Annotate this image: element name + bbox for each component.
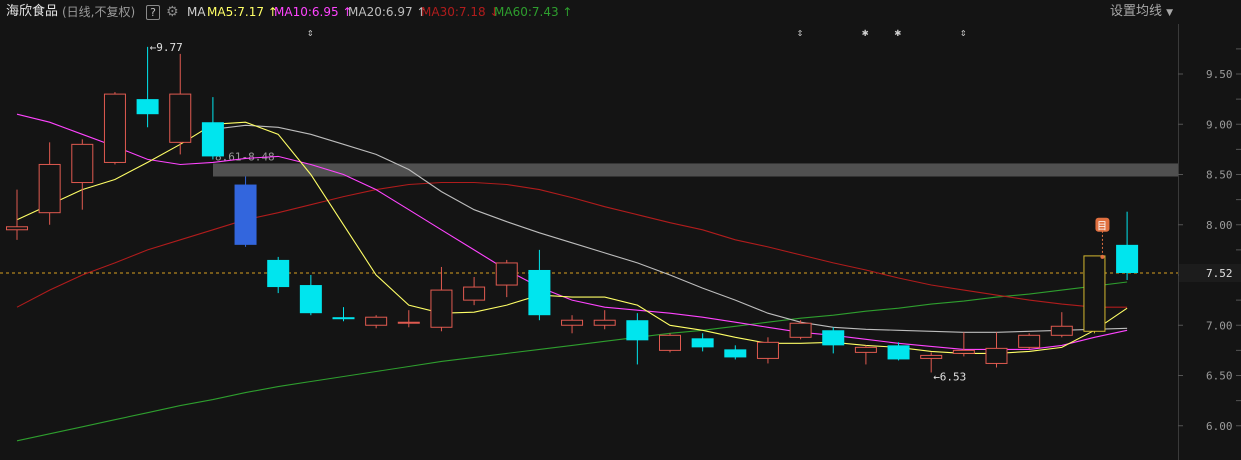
candle-body[interactable] bbox=[691, 338, 714, 348]
candle-body[interactable] bbox=[1050, 325, 1073, 336]
badge-dot bbox=[1100, 254, 1105, 259]
candle-body[interactable] bbox=[626, 320, 649, 341]
y-tick-label: 8.50 bbox=[1206, 169, 1233, 182]
gap-band bbox=[213, 163, 1178, 177]
event-marker-icon[interactable]: ✱ bbox=[895, 26, 902, 39]
candle-body[interactable] bbox=[169, 93, 192, 143]
candle-body[interactable] bbox=[789, 322, 812, 338]
candle-body[interactable] bbox=[495, 262, 518, 286]
candle-body[interactable] bbox=[822, 330, 845, 346]
candlestick-chart[interactable]: 9.509.008.508.007.507.006.506.008.61-8.4… bbox=[0, 0, 1241, 460]
candle-body[interactable] bbox=[332, 317, 355, 320]
candle-body[interactable] bbox=[71, 143, 94, 184]
y-tick-label: 9.50 bbox=[1206, 68, 1233, 81]
candle-body[interactable] bbox=[234, 184, 257, 245]
candle-body[interactable] bbox=[38, 163, 61, 214]
candle-body[interactable] bbox=[1083, 255, 1106, 332]
candle-body[interactable] bbox=[854, 346, 877, 353]
y-tick-label: 8.00 bbox=[1206, 219, 1233, 232]
candle-body[interactable] bbox=[430, 289, 453, 328]
candle-body[interactable] bbox=[201, 122, 224, 157]
notice-badge-label: 目 bbox=[1097, 221, 1107, 232]
plot-area[interactable] bbox=[0, 24, 1178, 460]
candle-body[interactable] bbox=[299, 285, 322, 314]
candle-body[interactable] bbox=[659, 334, 681, 351]
event-marker-icon[interactable]: ⇕ bbox=[960, 26, 967, 39]
y-tick-label: 6.00 bbox=[1206, 420, 1233, 433]
candle-body[interactable] bbox=[1116, 244, 1139, 273]
candle-body[interactable] bbox=[1018, 334, 1041, 348]
high-price-label: ←9.77 bbox=[150, 41, 183, 54]
event-marker-icon[interactable]: ✱ bbox=[862, 26, 869, 39]
candle-body[interactable] bbox=[887, 345, 910, 360]
event-marker-icon[interactable]: ⇕ bbox=[307, 26, 314, 39]
candle-body[interactable] bbox=[136, 99, 159, 115]
y-tick-label: 6.50 bbox=[1206, 370, 1233, 383]
low-price-label: ←6.53 bbox=[933, 370, 966, 383]
candle-body[interactable] bbox=[952, 349, 975, 354]
y-tick-label: 7.00 bbox=[1206, 319, 1233, 332]
candle-body[interactable] bbox=[724, 349, 747, 358]
candle-body[interactable] bbox=[365, 316, 388, 326]
candle-body[interactable] bbox=[985, 347, 1008, 364]
candle-body[interactable] bbox=[267, 259, 290, 288]
candle-body[interactable] bbox=[103, 93, 126, 163]
candle-body[interactable] bbox=[920, 354, 943, 359]
candle-body[interactable] bbox=[6, 226, 28, 231]
candle-body[interactable] bbox=[561, 319, 584, 326]
candle-body[interactable] bbox=[528, 269, 551, 316]
event-marker-icon[interactable]: ⇕ bbox=[797, 26, 804, 39]
candle-body[interactable] bbox=[756, 341, 779, 359]
candle-body[interactable] bbox=[463, 286, 486, 301]
candle-body[interactable] bbox=[397, 321, 420, 324]
current-price-label: 7.52 bbox=[1206, 267, 1233, 280]
y-tick-label: 9.00 bbox=[1206, 118, 1233, 131]
candle-body[interactable] bbox=[593, 319, 616, 326]
